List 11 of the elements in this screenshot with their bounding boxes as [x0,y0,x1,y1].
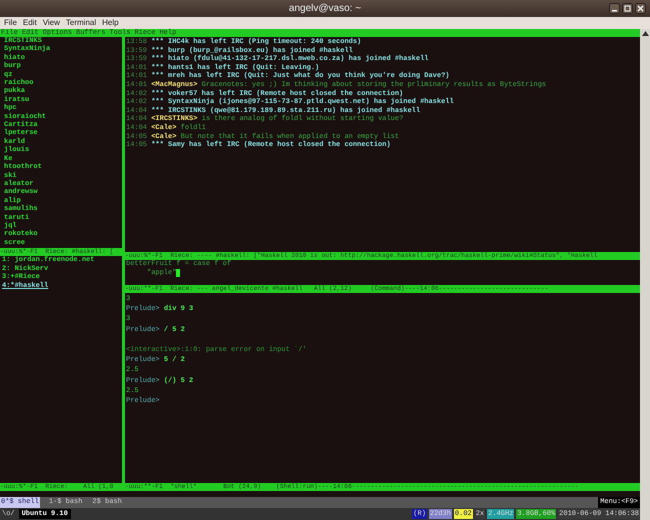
close-icon[interactable] [635,3,646,14]
minimize-icon[interactable] [609,3,620,14]
window-title: angelv@vaso: ~ [288,2,362,16]
text-cursor [176,268,180,277]
maximize-icon[interactable] [622,3,633,14]
up-arrow-icon[interactable] [642,31,648,36]
menu-item[interactable]: Help [102,17,119,29]
menu-item[interactable]: Terminal [66,17,96,29]
menu-item[interactable]: File [4,17,17,29]
menu-item[interactable]: View [42,17,60,29]
menu-item[interactable]: Edit [22,17,37,29]
